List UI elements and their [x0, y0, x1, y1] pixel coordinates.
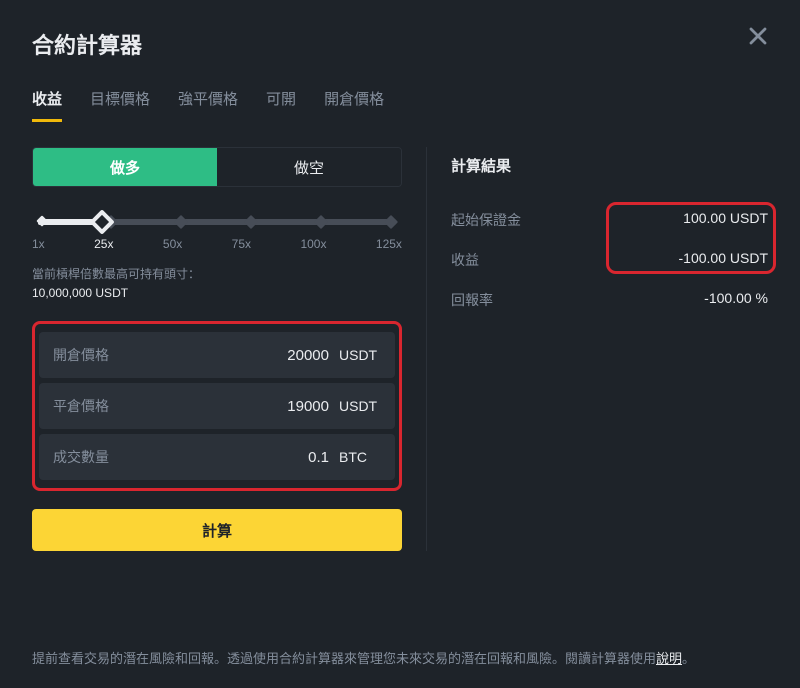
tab-bar: 收益 目標價格 強平價格 可開 開倉價格 [32, 88, 768, 123]
input-panel: 做多 做空 1x [32, 147, 402, 551]
leverage-mark-label: 50x [163, 237, 182, 251]
leverage-note-prefix: 當前槓桿倍數最高可持有頭寸： [32, 267, 200, 281]
leverage-mark-label: 1x [32, 237, 45, 251]
short-button[interactable]: 做空 [217, 148, 401, 186]
exit-price-unit: USDT [339, 398, 381, 414]
quantity-input[interactable] [109, 449, 339, 466]
result-rows: 起始保證金 100.00 USDT 收益 -100.00 USDT 回報率 -1… [451, 200, 768, 320]
exit-price-row: 平倉價格 USDT [39, 383, 395, 429]
slider-track [38, 219, 396, 225]
result-label: 收益 [451, 250, 479, 270]
quantity-unit: BTC [339, 449, 381, 465]
entry-price-row: 開倉價格 USDT [39, 332, 395, 378]
leverage-note-value: 10,000,000 USDT [32, 286, 128, 300]
leverage-mark-label: 75x [232, 237, 251, 251]
quantity-label: 成交數量 [53, 447, 109, 467]
slider-labels: 1x 25x 50x 75x 100x 125x [32, 237, 402, 251]
futures-calculator-modal: 合約計算器 收益 目標價格 強平價格 可開 開倉價格 做多 做空 [0, 0, 800, 688]
slider-mark [314, 215, 328, 229]
result-label: 回報率 [451, 290, 493, 310]
modal-title: 合約計算器 [32, 28, 768, 60]
entry-price-unit: USDT [339, 347, 381, 363]
result-value: 100.00 USDT [683, 210, 768, 230]
modal-body: 做多 做空 1x [32, 147, 768, 551]
long-button[interactable]: 做多 [33, 148, 217, 186]
footer-text-suffix: 。 [682, 651, 695, 666]
result-row-roe: 回報率 -100.00 % [451, 280, 768, 320]
leverage-slider[interactable]: 1x 25x 50x 75x 100x 125x [32, 219, 402, 251]
exit-price-input[interactable] [109, 398, 339, 415]
side-toggle: 做多 做空 [32, 147, 402, 187]
footer-note: 提前查看交易的潛在風險和回報。透過使用合約計算器來管理您未來交易的潛在回報和風險… [32, 649, 768, 670]
result-row-margin: 起始保證金 100.00 USDT [451, 200, 768, 240]
quantity-row: 成交數量 BTC [39, 434, 395, 480]
tab-pnl[interactable]: 收益 [32, 88, 62, 122]
footer-link[interactable]: 說明 [656, 651, 682, 666]
calculate-button[interactable]: 計算 [32, 509, 402, 551]
leverage-mark-label: 25x [94, 237, 113, 251]
result-label: 起始保證金 [451, 210, 521, 230]
entry-price-input[interactable] [109, 347, 339, 364]
entry-price-label: 開倉價格 [53, 345, 109, 365]
close-button[interactable] [744, 22, 772, 50]
result-value: -100.00 USDT [679, 250, 768, 270]
price-inputs-highlight: 開倉價格 USDT 平倉價格 USDT 成交數量 BTC [32, 321, 402, 491]
leverage-mark-label: 100x [300, 237, 326, 251]
result-row-pnl: 收益 -100.00 USDT [451, 240, 768, 280]
slider-mark [174, 215, 188, 229]
leverage-mark-label: 125x [376, 237, 402, 251]
close-icon [744, 22, 772, 50]
slider-mark [384, 215, 398, 229]
footer-text: 提前查看交易的潛在風險和回報。透過使用合約計算器來管理您未來交易的潛在回報和風險… [32, 651, 656, 666]
leverage-note: 當前槓桿倍數最高可持有頭寸： 10,000,000 USDT [32, 265, 402, 303]
tab-max-open[interactable]: 可開 [266, 88, 296, 122]
exit-price-label: 平倉價格 [53, 396, 109, 416]
slider-handle[interactable] [90, 209, 115, 234]
tab-open-price[interactable]: 開倉價格 [324, 88, 384, 122]
slider-mark [36, 215, 47, 226]
slider-mark [244, 215, 258, 229]
tab-target-price[interactable]: 目標價格 [90, 88, 150, 122]
tab-liq-price[interactable]: 強平價格 [178, 88, 238, 122]
result-panel: 計算結果 起始保證金 100.00 USDT 收益 -100.00 USDT 回… [426, 147, 768, 551]
result-value: -100.00 % [704, 290, 768, 310]
result-title: 計算結果 [451, 155, 768, 176]
